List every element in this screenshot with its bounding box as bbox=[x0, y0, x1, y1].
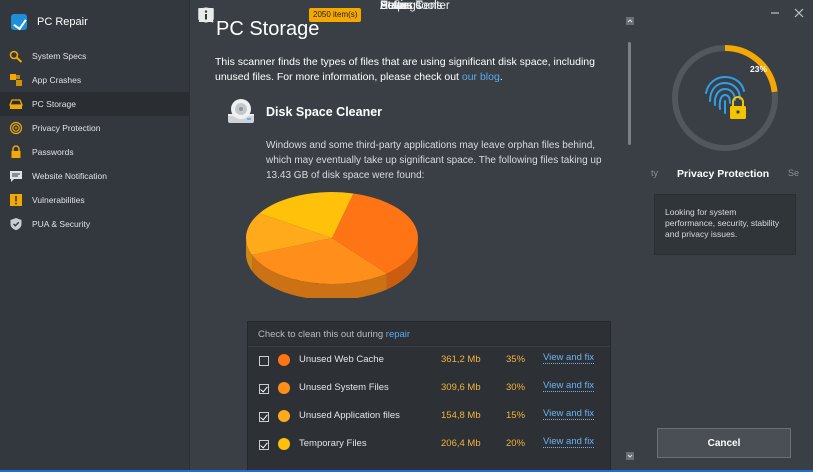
file-color-dot bbox=[278, 410, 290, 422]
scrollbar-thumb[interactable] bbox=[628, 42, 631, 145]
scan-progress-gauge bbox=[672, 45, 778, 151]
section-title: Disk Space Cleaner bbox=[266, 105, 383, 119]
file-size: 154,8 Mb bbox=[441, 410, 481, 421]
storage-pie-chart bbox=[246, 192, 418, 298]
file-size: 361,2 Mb bbox=[441, 354, 481, 365]
nav-label: System Specs bbox=[32, 51, 87, 61]
file-size: 309,6 Mb bbox=[441, 382, 481, 393]
file-color-dot bbox=[278, 382, 290, 394]
file-percent: 35% bbox=[506, 354, 526, 365]
file-checkbox[interactable] bbox=[259, 440, 269, 450]
close-button[interactable] bbox=[792, 6, 806, 20]
file-row: Unused Application files 154,8 Mb 15% Vi… bbox=[248, 403, 610, 431]
sidebar-item-pua-security[interactable]: PUA & Security bbox=[0, 212, 189, 236]
carousel-prev-label: ty bbox=[651, 168, 659, 178]
file-checkbox[interactable] bbox=[259, 412, 269, 422]
sidebar-item-app-crashes[interactable]: App Crashes bbox=[0, 68, 189, 92]
file-name: Unused Application files bbox=[299, 410, 400, 421]
file-name: Temporary Files bbox=[299, 438, 367, 449]
nav-label: Vulnerabilities bbox=[32, 195, 85, 205]
carousel-next-label: Se bbox=[788, 168, 800, 178]
view-and-fix-link[interactable]: View and fix bbox=[543, 436, 595, 448]
crash-icon bbox=[9, 73, 23, 87]
file-percent: 20% bbox=[506, 438, 526, 449]
file-name: Unused System Files bbox=[299, 382, 389, 393]
repair-link[interactable]: repair bbox=[386, 329, 410, 340]
disk-cleaner-icon bbox=[226, 97, 256, 127]
view-and-fix-link[interactable]: View and fix bbox=[543, 352, 595, 364]
sidebar-item-system-specs[interactable]: System Specs bbox=[0, 44, 189, 68]
file-percent: 15% bbox=[506, 410, 526, 421]
files-table: Check to clean this out during repair Un… bbox=[247, 321, 611, 472]
files-header-text: Check to clean this out during bbox=[258, 329, 386, 340]
nav-label: App Crashes bbox=[32, 75, 82, 85]
file-percent: 30% bbox=[506, 382, 526, 393]
lock-icon bbox=[9, 145, 23, 159]
view-and-fix-link[interactable]: View and fix bbox=[543, 380, 595, 392]
pie-top bbox=[246, 192, 418, 284]
file-checkbox[interactable] bbox=[259, 384, 269, 394]
carousel-title: Privacy Protection bbox=[677, 168, 770, 180]
progress-percent: 23% bbox=[750, 64, 768, 74]
intro-text: This scanner finds the types of files th… bbox=[215, 55, 600, 85]
file-name: Unused Web Cache bbox=[299, 354, 384, 365]
sidebar-item-passwords[interactable]: Passwords bbox=[0, 140, 189, 164]
gear-wrench-icon bbox=[9, 49, 23, 63]
sidebar-item-pc-storage[interactable]: PC Storage bbox=[0, 92, 189, 116]
right-panel: 23% ty Privacy Protection Se Looking for… bbox=[640, 0, 813, 472]
file-color-dot bbox=[278, 354, 290, 366]
nav-label: PUA & Security bbox=[32, 219, 91, 229]
sidebar-item-website-notification[interactable]: Website Notification bbox=[0, 164, 189, 188]
file-row: Unused System Files 309,6 Mb 30% View an… bbox=[248, 375, 610, 403]
scroll-down-button[interactable] bbox=[626, 447, 634, 460]
fingerprint-lock-icon bbox=[705, 75, 746, 119]
nav-label: PC Storage bbox=[32, 99, 76, 109]
app-title: PC Repair bbox=[37, 16, 88, 28]
view-and-fix-link[interactable]: View and fix bbox=[543, 408, 595, 420]
sidebar-item-vulnerabilities[interactable]: Vulnerabilities bbox=[0, 188, 189, 212]
scroll-up-button[interactable] bbox=[626, 12, 634, 25]
files-header: Check to clean this out during repair bbox=[248, 322, 610, 347]
page-title: PC Storage bbox=[216, 18, 320, 40]
nav-label: Privacy Protection bbox=[32, 123, 101, 133]
sidebar: PC Repair Action Center Status Scan 2050… bbox=[0, 0, 450, 472]
file-row: Unused Web Cache 361,2 Mb 35% View and f… bbox=[248, 347, 610, 375]
sidebar-item-privacy-protection[interactable]: Privacy Protection bbox=[0, 116, 189, 140]
intro-end: . bbox=[499, 71, 503, 83]
description-text: Windows and some third-party application… bbox=[266, 140, 602, 181]
cancel-button[interactable]: Cancel bbox=[657, 428, 791, 458]
nav-label: Website Notification bbox=[32, 171, 107, 181]
app-header: PC Repair bbox=[0, 0, 189, 44]
info-text: Looking for system performance, security… bbox=[665, 207, 780, 239]
nav-label: Passwords bbox=[32, 147, 74, 157]
app-logo-icon bbox=[11, 14, 27, 30]
blog-link[interactable]: our blog bbox=[462, 71, 500, 83]
file-color-dot bbox=[278, 438, 290, 450]
chat-icon bbox=[9, 169, 23, 183]
drive-icon bbox=[9, 97, 23, 111]
warning-icon bbox=[9, 193, 23, 207]
minimize-button[interactable] bbox=[768, 6, 782, 20]
intro-body: This scanner finds the types of files th… bbox=[215, 56, 595, 83]
status-info-box: Looking for system performance, security… bbox=[654, 194, 796, 255]
fingerprint-icon bbox=[9, 121, 23, 135]
main-content: PC Storage This scanner finds the types … bbox=[190, 0, 640, 472]
shield-icon bbox=[9, 217, 23, 231]
file-row: Temporary Files 206,4 Mb 20% View and fi… bbox=[248, 431, 610, 459]
file-size: 206,4 Mb bbox=[441, 438, 481, 449]
file-checkbox[interactable] bbox=[259, 356, 269, 366]
